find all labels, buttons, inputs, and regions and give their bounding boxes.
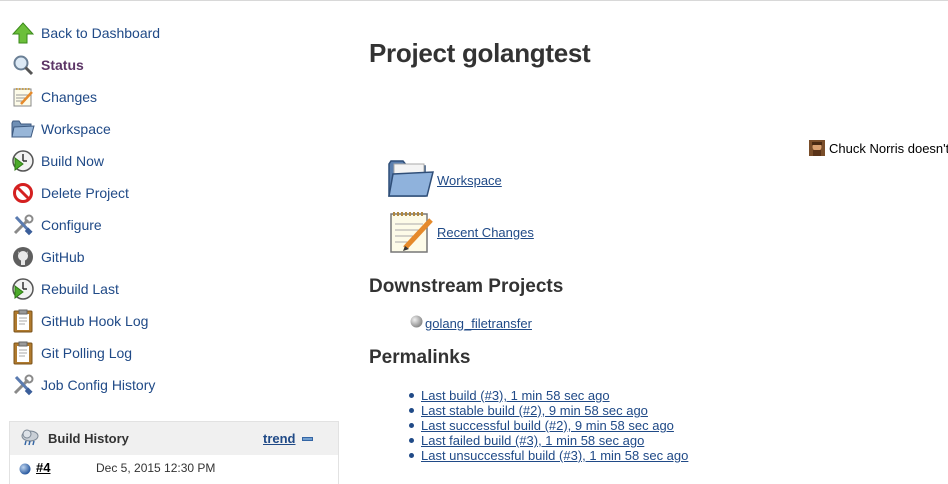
- permalink-last-successful-build[interactable]: Last successful build (#2), 9 min 58 sec…: [421, 418, 674, 433]
- list-item: Last successful build (#2), 9 min 58 sec…: [409, 418, 688, 433]
- permalink-last-failed-build[interactable]: Last failed build (#3), 1 min 58 sec ago: [421, 433, 644, 448]
- clipboard-icon: [10, 308, 36, 334]
- sidebar-item-github[interactable]: GitHub: [10, 244, 85, 270]
- sidebar-item-label[interactable]: Back to Dashboard: [41, 25, 160, 41]
- sidebar-item-delete-project[interactable]: Delete Project: [10, 180, 129, 206]
- notepad-icon: [385, 208, 435, 256]
- sidebar-item-label[interactable]: GitHub: [41, 249, 85, 265]
- bullet-icon: [409, 438, 414, 443]
- downstream-project-item[interactable]: golang_filetransfer: [410, 315, 532, 331]
- sidebar-item-label[interactable]: Delete Project: [41, 185, 129, 201]
- sidebar-item-workspace[interactable]: Workspace: [10, 116, 111, 142]
- sidebar-item-job-config-history[interactable]: Job Config History: [10, 372, 155, 398]
- sidebar-item-label[interactable]: Changes: [41, 89, 97, 105]
- cloud-icon: [20, 428, 40, 449]
- clock-play-icon: [10, 276, 36, 302]
- status-ball-icon: [410, 315, 423, 331]
- sidebar-item-build-now[interactable]: Build Now: [10, 148, 104, 174]
- sidebar-item-label[interactable]: Job Config History: [41, 377, 155, 393]
- permalinks-heading: Permalinks: [369, 347, 471, 368]
- build-history-panel: Build History trend #4 Dec 5, 2015 12:30…: [9, 421, 339, 484]
- chuck-norris-avatar-icon: [809, 140, 825, 156]
- sidebar-item-configure[interactable]: Configure: [10, 212, 102, 238]
- sidebar-item-label[interactable]: Status: [41, 57, 84, 73]
- up-arrow-icon: [10, 20, 36, 46]
- wrench-screwdriver-icon: [10, 372, 36, 398]
- sidebar-item-changes[interactable]: Changes: [10, 84, 97, 110]
- workspace-link[interactable]: Workspace: [437, 173, 502, 188]
- clipboard-icon: [10, 340, 36, 366]
- recent-changes-item[interactable]: Recent Changes: [385, 208, 534, 256]
- permalinks-list: Last build (#3), 1 min 58 sec ago Last s…: [409, 388, 688, 463]
- trend-minus-icon[interactable]: [302, 437, 313, 441]
- build-number-link[interactable]: #4: [36, 460, 50, 475]
- sidebar-item-github-hook-log[interactable]: GitHub Hook Log: [10, 308, 148, 334]
- sidebar-item-git-polling-log[interactable]: Git Polling Log: [10, 340, 132, 366]
- sidebar-item-label[interactable]: Workspace: [41, 121, 111, 137]
- sidebar-item-label[interactable]: Build Now: [41, 153, 104, 169]
- folder-icon: [385, 156, 435, 204]
- list-item: Last build (#3), 1 min 58 sec ago: [409, 388, 688, 403]
- downstream-heading: Downstream Projects: [369, 276, 564, 297]
- build-row[interactable]: #4 Dec 5, 2015 12:30 PM: [10, 455, 338, 484]
- sidebar-item-label[interactable]: Rebuild Last: [41, 281, 119, 297]
- wrench-screwdriver-icon: [10, 212, 36, 238]
- status-ball-icon: [19, 462, 31, 478]
- quote-text: Chuck Norris doesn't: [829, 140, 948, 156]
- sidebar-item-status[interactable]: Status: [10, 52, 84, 78]
- sidebar-item-rebuild-last[interactable]: Rebuild Last: [10, 276, 119, 302]
- recent-changes-link[interactable]: Recent Changes: [437, 225, 534, 240]
- main-panel: Project golangtest Chuck Norris doesn't …: [369, 0, 948, 484]
- permalink-last-stable-build[interactable]: Last stable build (#2), 9 min 58 sec ago: [421, 403, 648, 418]
- list-item: Last unsuccessful build (#3), 1 min 58 s…: [409, 448, 688, 463]
- bullet-icon: [409, 423, 414, 428]
- bullet-icon: [409, 408, 414, 413]
- clock-play-icon: [10, 148, 36, 174]
- permalink-last-build[interactable]: Last build (#3), 1 min 58 sec ago: [421, 388, 610, 403]
- folder-icon: [10, 116, 36, 142]
- downstream-project-link[interactable]: golang_filetransfer: [425, 316, 532, 331]
- bullet-icon: [409, 393, 414, 398]
- magnifier-icon: [10, 52, 36, 78]
- github-icon: [10, 244, 36, 270]
- notepad-icon: [10, 84, 36, 110]
- sidebar-item-back-to-dashboard[interactable]: Back to Dashboard: [10, 20, 160, 46]
- permalink-last-unsuccessful-build[interactable]: Last unsuccessful build (#3), 1 min 58 s…: [421, 448, 688, 463]
- workspace-item[interactable]: Workspace: [385, 156, 502, 204]
- sidebar-item-label[interactable]: Configure: [41, 217, 102, 233]
- list-item: Last stable build (#2), 9 min 58 sec ago: [409, 403, 688, 418]
- build-history-title: Build History: [48, 431, 129, 446]
- page-title: Project golangtest: [369, 38, 591, 68]
- trend-link[interactable]: trend: [263, 431, 296, 446]
- sidebar-item-label[interactable]: GitHub Hook Log: [41, 313, 148, 329]
- list-item: Last failed build (#3), 1 min 58 sec ago: [409, 433, 688, 448]
- sidebar-item-label[interactable]: Git Polling Log: [41, 345, 132, 361]
- build-history-header: Build History trend: [10, 422, 338, 455]
- chuck-norris-quote: Chuck Norris doesn't: [809, 140, 948, 156]
- no-entry-icon: [10, 180, 36, 206]
- build-date: Dec 5, 2015 12:30 PM: [96, 461, 216, 475]
- bullet-icon: [409, 453, 414, 458]
